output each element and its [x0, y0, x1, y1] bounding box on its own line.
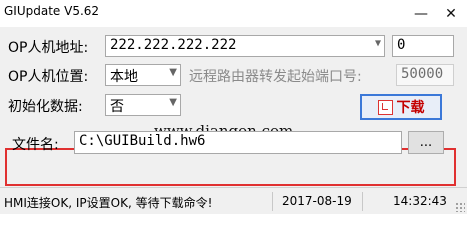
chevron-down-icon: ▼ [169, 67, 177, 78]
status-message: HMI连接OK, IP设置OK, 等待下载命令! [4, 196, 213, 210]
op-position-select[interactable]: 本地 ▼ [105, 64, 181, 86]
download-icon [377, 99, 393, 115]
op-address-combobox[interactable]: 222.222.222.222 ▼ [105, 35, 385, 57]
file-label: 文件名: [12, 137, 59, 153]
op-address-value: 222.222.222.222 [110, 37, 237, 53]
status-date: 2017-08-19 [282, 194, 352, 208]
op-position-label: OP人机位置: [8, 69, 89, 85]
resize-grip[interactable] [455, 202, 465, 212]
main-panel: OP人机地址: 222.222.222.222 ▼ 0 OP人机位置: 本地 ▼… [0, 27, 467, 187]
remote-port-label: 远程路由器转发起始端口号: [189, 69, 362, 85]
op-port-input[interactable]: 0 [392, 35, 454, 57]
minimize-button[interactable]: — [406, 0, 436, 27]
init-data-select[interactable]: 否 ▼ [105, 94, 181, 116]
title-bar[interactable]: GIUpdate V5.62 — ✕ [0, 0, 467, 27]
status-separator [362, 192, 363, 211]
download-label: 下载 [396, 100, 425, 116]
chevron-down-icon: ▼ [169, 97, 177, 108]
status-time: 14:32:43 [393, 194, 447, 208]
op-position-value: 本地 [110, 69, 138, 85]
status-separator [272, 192, 273, 211]
init-data-label: 初始化数据: [8, 99, 83, 115]
op-address-label: OP人机地址: [8, 40, 89, 56]
chevron-down-icon: ▼ [374, 38, 381, 49]
remote-port-input[interactable]: 50000 [396, 64, 454, 86]
init-data-value: 否 [110, 99, 124, 115]
window-title: GIUpdate V5.62 [4, 4, 100, 18]
file-path-input[interactable]: C:\GUIBuild.hw6 [74, 131, 402, 154]
download-button[interactable]: 下载 [360, 94, 442, 120]
status-bar: HMI连接OK, IP设置OK, 等待下载命令! 2017-08-19 14:3… [0, 187, 467, 214]
close-button[interactable]: ✕ [436, 0, 466, 27]
browse-button[interactable]: ... [408, 131, 444, 154]
